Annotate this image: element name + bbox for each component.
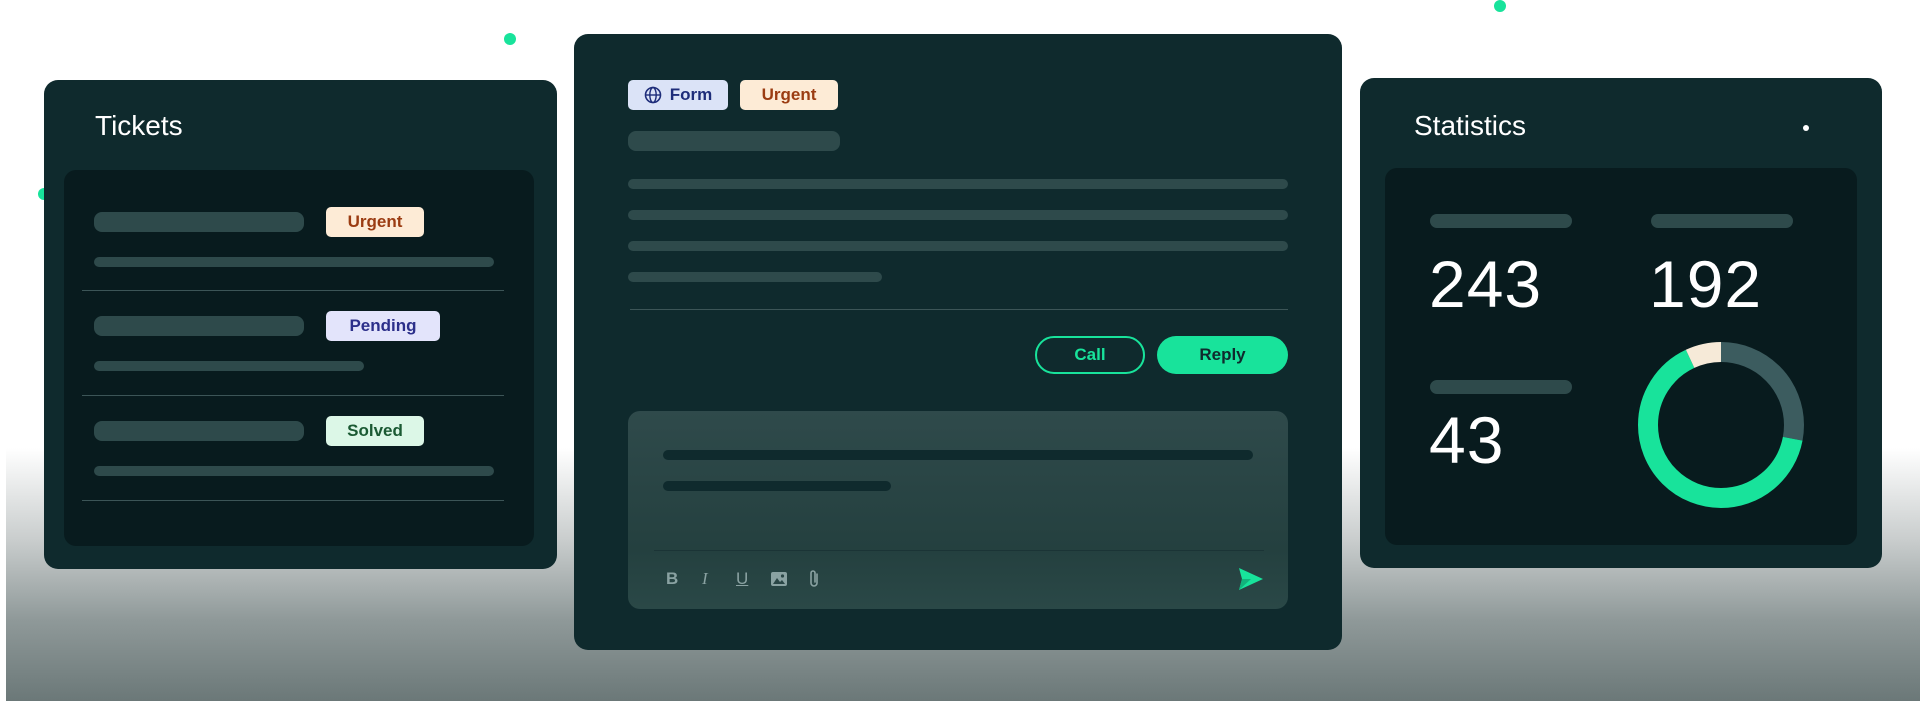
reply-button[interactable]: Reply xyxy=(1157,336,1288,374)
message-divider xyxy=(630,309,1288,310)
decorative-dot xyxy=(1494,0,1506,12)
row-divider xyxy=(82,395,504,396)
italic-icon[interactable]: I xyxy=(702,569,708,589)
donut-chart xyxy=(1638,342,1804,508)
message-line-placeholder xyxy=(628,210,1288,220)
row-divider xyxy=(82,290,504,291)
stat-label-placeholder xyxy=(1651,214,1793,228)
tickets-title: Tickets xyxy=(95,110,183,141)
composer-divider xyxy=(654,550,1264,551)
message-subject-placeholder xyxy=(628,131,840,151)
stat-value-2: 192 xyxy=(1649,247,1763,321)
decorative-dot xyxy=(1803,125,1809,131)
send-icon[interactable] xyxy=(1238,567,1264,596)
stat-label-placeholder xyxy=(1430,214,1572,228)
globe-icon xyxy=(644,86,662,104)
ticket-title-placeholder xyxy=(94,212,304,232)
message-line-placeholder xyxy=(628,241,1288,251)
ticket-preview-placeholder xyxy=(94,466,494,476)
message-line-placeholder xyxy=(628,272,882,282)
decorative-dot xyxy=(504,33,516,45)
ticket-preview-placeholder xyxy=(94,257,494,267)
ticket-title-placeholder xyxy=(94,421,304,441)
call-button[interactable]: Call xyxy=(1035,336,1145,374)
message-line-placeholder xyxy=(628,179,1288,189)
left-edge-strip xyxy=(0,0,6,701)
stat-value-3: 43 xyxy=(1429,403,1505,477)
ticket-title-placeholder xyxy=(94,316,304,336)
channel-tag: Form xyxy=(628,80,728,110)
draft-line-placeholder xyxy=(663,450,1253,460)
bold-icon[interactable]: B xyxy=(666,569,678,589)
status-badge-solved: Solved xyxy=(326,416,424,446)
statistics-card: Statistics 243 192 43 xyxy=(1360,78,1882,568)
attachment-icon[interactable] xyxy=(808,569,820,594)
channel-label: Form xyxy=(669,85,713,104)
tickets-card: Tickets Urgent Pending Solved xyxy=(44,80,557,569)
ticket-preview-placeholder xyxy=(94,361,364,371)
status-badge-pending: Pending xyxy=(326,311,440,341)
image-icon[interactable] xyxy=(770,571,788,592)
stat-value-1: 243 xyxy=(1429,247,1543,321)
underline-icon[interactable]: U xyxy=(736,569,748,589)
draft-line-placeholder xyxy=(663,481,891,491)
reply-composer[interactable]: B I U xyxy=(628,411,1288,609)
priority-tag: Urgent xyxy=(740,80,838,110)
statistics-panel: 243 192 43 xyxy=(1385,168,1857,545)
tickets-list: Urgent Pending Solved xyxy=(64,170,534,546)
status-badge-urgent: Urgent xyxy=(326,207,424,237)
row-divider xyxy=(82,500,504,501)
statistics-title: Statistics xyxy=(1414,110,1527,141)
stat-label-placeholder xyxy=(1430,380,1572,394)
message-card: Form Urgent Call Reply B I U xyxy=(574,34,1342,650)
